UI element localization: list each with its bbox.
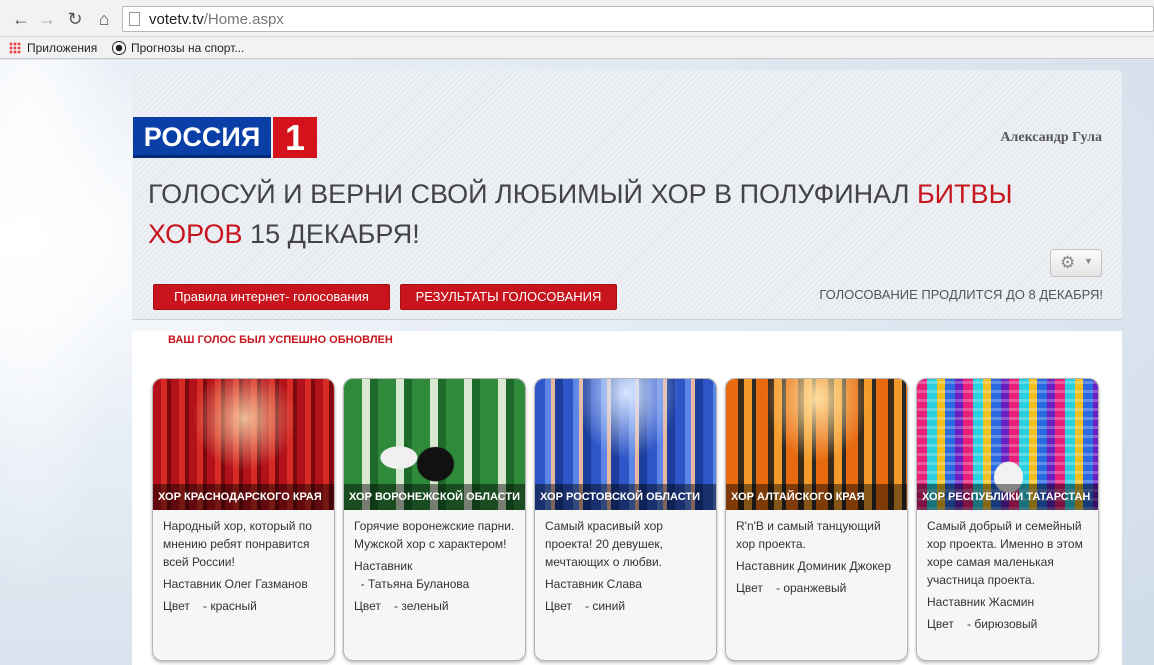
russia-1-logo[interactable]: РОССИЯ 1	[133, 117, 317, 158]
voting-rules-button[interactable]: Правила интернет- голосования	[153, 284, 390, 310]
choir-description: Народный хор, который по мнению ребят по…	[163, 519, 312, 569]
choir-title: ХОР РЕСПУБЛИКИ ТАТАРСТАН	[917, 484, 1098, 510]
choir-title: ХОР КРАСНОДАРСКОГО КРАЯ	[153, 484, 334, 510]
choir-card-tatarstan[interactable]: ХОР РЕСПУБЛИКИ ТАТАРСТАН Самый добрый и …	[916, 378, 1099, 661]
logo-text: РОССИЯ	[143, 122, 261, 152]
user-name[interactable]: Александр Гула	[980, 130, 1102, 146]
page-headline: ГОЛОСУЙ И ВЕРНИ СВОЙ ЛЮБИМЫЙ ХОР В ПОЛУФ…	[148, 179, 1013, 249]
choir-mentor: Наставник Олег Газманов	[163, 577, 308, 591]
choir-card-rostov[interactable]: ХОР РОСТОВСКОЙ ОБЛАСТИ Самый красивый хо…	[534, 378, 717, 661]
choir-color: Цвет - синий	[545, 599, 626, 613]
choir-color: Цвет - оранжевый	[736, 581, 847, 595]
choir-color: Цвет - зеленый	[354, 599, 449, 613]
back-icon[interactable]: ←	[10, 8, 32, 30]
choir-description: Самый красивый хор проекта! 20 девушек, …	[545, 519, 663, 569]
reload-icon[interactable]: ↻	[64, 8, 86, 30]
choir-mentor: Наставник Слава	[545, 577, 642, 591]
voting-deadline: ГОЛОСОВАНИЕ ПРОДЛИТСЯ ДО 8 ДЕКАБРЯ!	[819, 287, 1103, 302]
caret-down-icon: ▼	[1084, 256, 1093, 266]
choir-mentor: Наставник Доминик Джокер	[736, 559, 892, 573]
choir-card-altai[interactable]: ХОР АЛТАЙСКОГО КРАЯ R'n'B и самый танцую…	[725, 378, 908, 661]
url-text[interactable]: votetv.tv/Home.aspx	[149, 11, 284, 28]
vote-updated-notice: ВАШ ГОЛОС БЫЛ УСПЕШНО ОБНОВЛЕН	[168, 334, 393, 346]
choir-card-voronezh[interactable]: ХОР ВОРОНЕЖСКОЙ ОБЛАСТИ Горячие воронежс…	[343, 378, 526, 661]
forward-icon[interactable]: →	[36, 8, 58, 30]
choir-description: R'n'B и самый танцующий хор проекта.	[736, 519, 881, 551]
choir-description: Горячие воронежские парни. Мужской хор с…	[354, 519, 515, 551]
choir-title: ХОР ВОРОНЕЖСКОЙ ОБЛАСТИ	[344, 484, 525, 510]
settings-dropdown-button[interactable]: ⚙ ▼	[1050, 249, 1102, 277]
choir-description: Самый добрый и семейный хор проекта. Име…	[927, 519, 1083, 587]
address-bar[interactable]: votetv.tv/Home.aspx	[122, 6, 1154, 32]
voting-results-button[interactable]: РЕЗУЛЬТАТЫ ГОЛОСОВАНИЯ	[400, 284, 617, 310]
apps-grid-icon	[9, 42, 21, 54]
soccer-ball-icon	[112, 41, 126, 55]
choir-title: ХОР АЛТАЙСКОГО КРАЯ	[726, 484, 907, 510]
page-icon	[129, 12, 140, 26]
logo-number: 1	[284, 117, 306, 158]
bookmark-apps[interactable]: Приложения	[9, 40, 97, 56]
home-icon[interactable]: ⌂	[93, 8, 115, 30]
choir-color: Цвет - красный	[163, 599, 257, 613]
bookmarks-bar: Приложения Прогнозы на спорт...	[0, 37, 1154, 59]
choir-card-krasnodar[interactable]: ХОР КРАСНОДАРСКОГО КРАЯ Народный хор, ко…	[152, 378, 335, 661]
browser-toolbar: ← → ↻ ⌂ votetv.tv/Home.aspx	[0, 0, 1154, 37]
choir-mentor: Наставник - Татьяна Буланова	[354, 559, 470, 591]
bookmark-sport[interactable]: Прогнозы на спорт...	[112, 40, 244, 56]
choir-mentor: Наставник Жасмин	[927, 595, 1035, 609]
choir-color: Цвет - бирюзовый	[927, 617, 1038, 631]
choir-title: ХОР РОСТОВСКОЙ ОБЛАСТИ	[535, 484, 716, 510]
gear-icon: ⚙	[1060, 253, 1076, 272]
